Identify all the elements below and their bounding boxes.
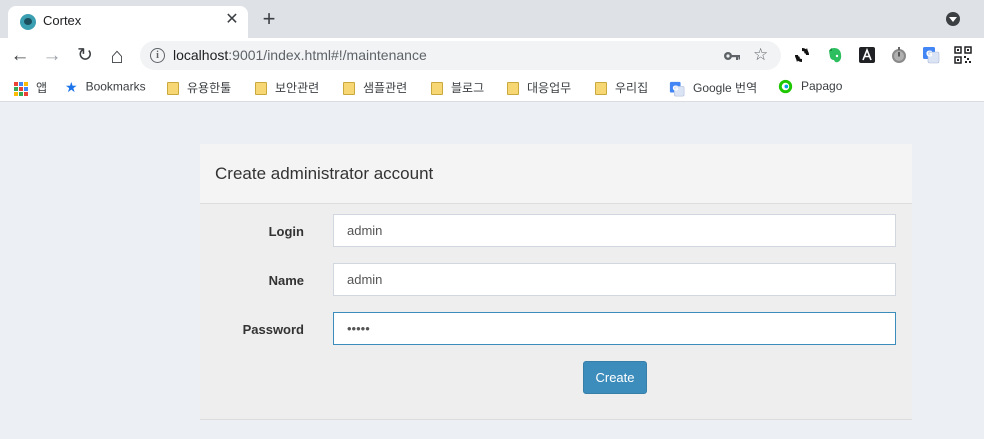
bookmarks-bar: 앱 ★ Bookmarks 유용한툴 보안관련 샘플관련 블로그 대응업무 우리집…	[0, 73, 984, 102]
password-label: Password	[242, 322, 304, 337]
folder-icon	[507, 82, 519, 96]
create-button[interactable]: Create	[583, 361, 647, 394]
cortex-favicon-icon	[20, 14, 36, 30]
site-info-icon[interactable]: i	[150, 48, 165, 63]
folder-icon	[431, 82, 443, 96]
name-input[interactable]	[333, 263, 896, 296]
url-text[interactable]: localhost:9001/index.html#!/maintenance	[173, 47, 427, 63]
folder-icon	[595, 82, 607, 96]
svg-text:G: G	[926, 50, 933, 59]
bookmark-apps[interactable]: 앱	[14, 79, 47, 96]
google-translate-extension-icon[interactable]: G	[922, 46, 940, 64]
bookmark-folder[interactable]: 샘플관련	[343, 79, 407, 96]
password-input[interactable]	[333, 312, 896, 345]
bookmark-label: Google 번역	[693, 81, 758, 95]
bookmark-label: 우리집	[615, 81, 649, 95]
svg-text:G: G	[673, 83, 679, 92]
page-content: Create administrator account Login Name …	[0, 106, 984, 439]
sync-extension-icon[interactable]	[793, 46, 811, 64]
close-tab-icon[interactable]: ✕	[222, 10, 242, 30]
font-extension-icon[interactable]	[858, 46, 876, 64]
bookmark-label: 샘플관련	[363, 81, 408, 95]
browser-tab-cortex[interactable]: Cortex ✕	[8, 6, 248, 38]
forward-button[interactable]: →	[38, 42, 66, 70]
bookmark-label: 앱	[36, 81, 48, 95]
folder-icon	[167, 82, 179, 96]
bookmark-star-icon[interactable]: ☆	[753, 45, 768, 65]
name-label: Name	[268, 273, 304, 288]
tab-title: Cortex	[43, 13, 82, 28]
bookmark-papago[interactable]: Papago	[778, 79, 842, 94]
create-admin-panel: Create administrator account Login Name …	[200, 144, 912, 420]
bookmark-folder[interactable]: 대응업무	[507, 79, 571, 96]
evernote-extension-icon[interactable]	[826, 46, 844, 64]
papago-icon	[778, 80, 793, 94]
bookmark-label: 대응업무	[527, 81, 572, 95]
password-key-icon[interactable]	[723, 47, 741, 65]
bookmark-folder[interactable]: 블로그	[431, 79, 484, 96]
bookmark-folder[interactable]: 유용한툴	[167, 79, 231, 96]
folder-icon	[343, 82, 355, 96]
login-label: Login	[268, 224, 304, 239]
login-input[interactable]	[333, 214, 896, 247]
panel-title: Create administrator account	[215, 164, 434, 183]
reload-button[interactable]: ↻	[71, 42, 99, 70]
qr-code-extension-icon[interactable]	[954, 46, 972, 64]
browser-tab-strip: Cortex ✕ +	[0, 0, 984, 38]
bookmark-folder[interactable]: 우리집	[595, 79, 648, 96]
bookmark-folder[interactable]: 보안관련	[255, 79, 319, 96]
home-button[interactable]: ⌂	[103, 42, 131, 70]
apps-grid-icon	[14, 81, 28, 96]
bookmark-label: 유용한툴	[187, 81, 232, 95]
tab-search-icon[interactable]	[946, 12, 960, 26]
url-path: :9001/index.html#!/maintenance	[228, 47, 427, 63]
back-button[interactable]: ←	[6, 42, 34, 70]
url-host: localhost	[173, 47, 229, 63]
google-translate-icon: G	[669, 81, 685, 97]
address-bar[interactable]: i localhost:9001/index.html#!/maintenanc…	[140, 41, 781, 70]
timer-extension-icon[interactable]	[890, 46, 908, 64]
bookmark-label: Bookmarks	[85, 79, 146, 94]
bookmark-label: 보안관련	[275, 81, 320, 95]
bookmark-label: Papago	[801, 79, 843, 93]
browser-toolbar: ← → ↻ ⌂ i localhost:9001/index.html#!/ma…	[0, 38, 984, 73]
panel-header: Create administrator account	[200, 144, 912, 204]
folder-icon	[255, 82, 267, 96]
star-icon: ★	[65, 79, 78, 95]
bookmark-google-translate[interactable]: G Google 번역	[669, 79, 757, 97]
new-tab-button[interactable]: +	[258, 8, 280, 31]
bookmark-label: 블로그	[451, 81, 485, 95]
bookmark-bookmarks[interactable]: ★ Bookmarks	[65, 79, 146, 96]
